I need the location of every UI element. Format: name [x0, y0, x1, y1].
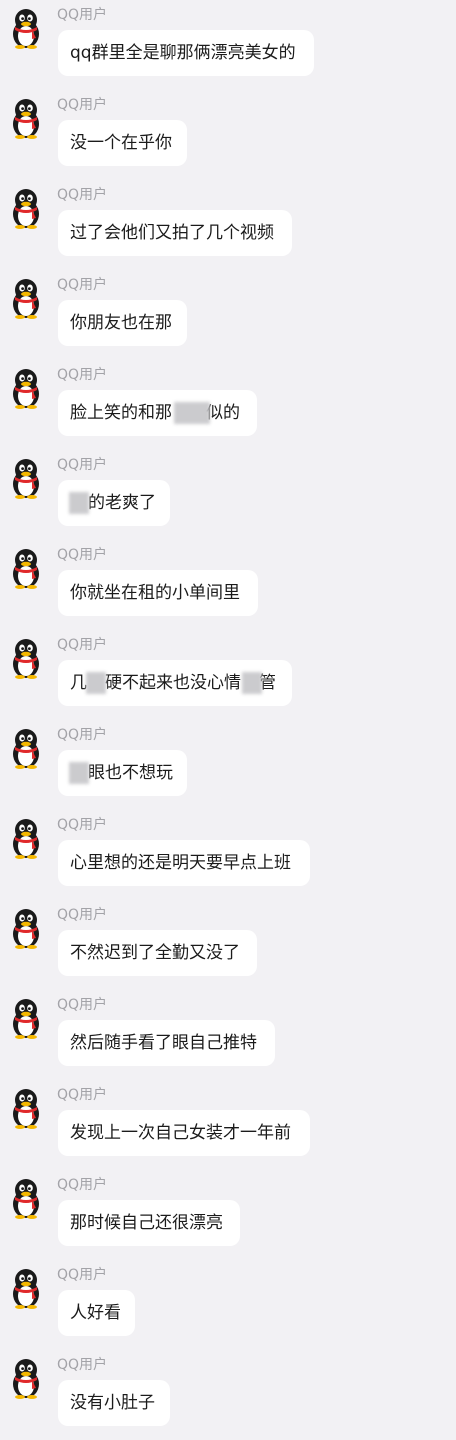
sender-name: QQ用户	[57, 277, 108, 293]
sender-name: QQ用户	[57, 907, 108, 923]
message-bubble[interactable]: 人好看	[58, 1290, 135, 1336]
qq-penguin-icon[interactable]	[8, 1358, 44, 1400]
sender-name: QQ用户	[57, 457, 108, 473]
message-bubble[interactable]: 几硬不起来也没心情管	[58, 660, 292, 706]
qq-penguin-icon[interactable]	[8, 1088, 44, 1130]
qq-penguin-icon[interactable]	[8, 278, 44, 320]
sender-name: QQ用户	[57, 547, 108, 563]
sender-name: QQ用户	[57, 637, 108, 653]
chat-message: QQ用户 脸上笑的和那 似的	[0, 360, 456, 450]
chat-message: QQ用户 眼也不想玩	[0, 720, 456, 810]
qq-penguin-icon[interactable]	[8, 1268, 44, 1310]
blurred-redaction	[242, 672, 262, 694]
qq-penguin-icon[interactable]	[8, 728, 44, 770]
chat-message: QQ用户 没有小肚子	[0, 1350, 456, 1440]
chat-message: QQ用户 没一个在乎你	[0, 90, 456, 180]
sender-name: QQ用户	[57, 817, 108, 833]
message-bubble[interactable]: qq群里全是聊那俩漂亮美女的	[58, 30, 314, 76]
message-text: 脸上笑的和那 似的	[70, 403, 240, 423]
blurred-redaction	[174, 402, 210, 424]
message-bubble[interactable]: 那时候自己还很漂亮	[58, 1200, 240, 1246]
message-bubble[interactable]: 心里想的还是明天要早点上班	[58, 840, 310, 886]
chat-message: QQ用户 那时候自己还很漂亮	[0, 1170, 456, 1260]
chat-message: QQ用户 几硬不起来也没心情管	[0, 630, 456, 720]
sender-name: QQ用户	[57, 1267, 108, 1283]
chat-message: QQ用户 心里想的还是明天要早点上班	[0, 810, 456, 900]
sender-name: QQ用户	[57, 1177, 108, 1193]
message-bubble[interactable]: 不然迟到了全勤又没了	[58, 930, 257, 976]
message-bubble[interactable]: 过了会他们又拍了几个视频	[58, 210, 292, 256]
qq-penguin-icon[interactable]	[8, 908, 44, 950]
message-bubble[interactable]: 你就坐在租的小单间里	[58, 570, 258, 616]
qq-penguin-icon[interactable]	[8, 548, 44, 590]
sender-name: QQ用户	[57, 1087, 108, 1103]
qq-penguin-icon[interactable]	[8, 98, 44, 140]
sender-name: QQ用户	[57, 727, 108, 743]
chat-message: QQ用户 过了会他们又拍了几个视频	[0, 180, 456, 270]
sender-name: QQ用户	[57, 367, 108, 383]
qq-penguin-icon[interactable]	[8, 1178, 44, 1220]
qq-penguin-icon[interactable]	[8, 638, 44, 680]
sender-name: QQ用户	[57, 997, 108, 1013]
chat-message: QQ用户 发现上一次自己女装才一年前	[0, 1080, 456, 1170]
chat-message: QQ用户 qq群里全是聊那俩漂亮美女的	[0, 0, 456, 90]
message-bubble[interactable]: 没有小肚子	[58, 1380, 170, 1426]
chat-message: QQ用户 不然迟到了全勤又没了	[0, 900, 456, 990]
sender-name: QQ用户	[57, 1357, 108, 1373]
qq-penguin-icon[interactable]	[8, 818, 44, 860]
qq-penguin-icon[interactable]	[8, 998, 44, 1040]
message-bubble[interactable]: 你朋友也在那	[58, 300, 187, 346]
message-bubble[interactable]: 发现上一次自己女装才一年前	[58, 1110, 310, 1156]
qq-penguin-icon[interactable]	[8, 368, 44, 410]
qq-penguin-icon[interactable]	[8, 188, 44, 230]
blurred-redaction	[69, 762, 89, 784]
blurred-redaction	[86, 672, 106, 694]
chat-message: QQ用户 然后随手看了眼自己推特	[0, 990, 456, 1080]
chat-message: QQ用户 的老爽了	[0, 450, 456, 540]
chat-message: QQ用户 人好看	[0, 1260, 456, 1350]
message-bubble[interactable]: 然后随手看了眼自己推特	[58, 1020, 275, 1066]
message-bubble[interactable]: 脸上笑的和那 似的	[58, 390, 257, 436]
sender-name: QQ用户	[57, 97, 108, 113]
message-bubble[interactable]: 眼也不想玩	[58, 750, 187, 796]
chat-message-list: QQ用户 qq群里全是聊那俩漂亮美女的 QQ用户 没一个在乎你 QQ用户 过了会…	[0, 0, 456, 1440]
message-bubble[interactable]: 没一个在乎你	[58, 120, 187, 166]
sender-name: QQ用户	[57, 187, 108, 203]
blurred-redaction	[69, 492, 89, 514]
qq-penguin-icon[interactable]	[8, 458, 44, 500]
chat-message: QQ用户 你就坐在租的小单间里	[0, 540, 456, 630]
qq-penguin-icon[interactable]	[8, 8, 44, 50]
message-bubble[interactable]: 的老爽了	[58, 480, 170, 526]
sender-name: QQ用户	[57, 7, 108, 23]
chat-message: QQ用户 你朋友也在那	[0, 270, 456, 360]
